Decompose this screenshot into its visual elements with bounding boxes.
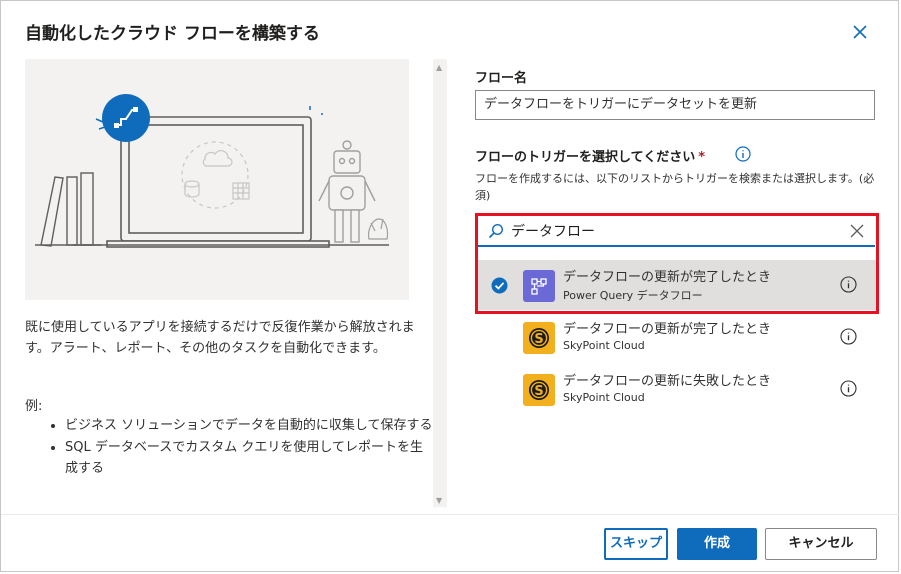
dialog-title: 自動化したクラウド フローを構築する bbox=[25, 24, 320, 44]
description-text: 既に使用しているアプリを接続するだけで反復作業から解放されます。アラート、レポー… bbox=[25, 320, 415, 356]
required-mark: * bbox=[698, 150, 706, 165]
cancel-button[interactable]: キャンセル bbox=[765, 528, 877, 560]
info-icon[interactable] bbox=[840, 380, 857, 397]
create-button[interactable]: 作成 bbox=[677, 528, 757, 560]
skypoint-icon: S bbox=[523, 374, 555, 406]
info-icon[interactable] bbox=[735, 146, 751, 162]
trigger-connector: SkyPoint Cloud bbox=[563, 391, 645, 404]
flow-name-label: フロー名 bbox=[475, 71, 528, 86]
hero-illustration bbox=[25, 59, 409, 300]
close-icon[interactable] bbox=[849, 21, 871, 43]
svg-text:S: S bbox=[534, 332, 543, 347]
create-flow-dialog: 自動化したクラウド フローを構築する 既に使用しているアプリを接続するだけで反復… bbox=[0, 0, 900, 572]
left-scrollbar[interactable]: ▲ ▼ bbox=[433, 59, 447, 507]
svg-text:S: S bbox=[534, 384, 543, 399]
example-item: ビジネス ソリューションでデータを自動的に収集して保存する bbox=[65, 415, 435, 436]
trigger-option[interactable]: S データフローの更新が完了したとき SkyPoint Cloud bbox=[478, 312, 876, 362]
trigger-name: データフローの更新が完了したとき bbox=[563, 322, 772, 337]
laptop-robot-illustration bbox=[35, 94, 389, 248]
flow-name-input[interactable]: データフローをトリガーにデータセットを更新 bbox=[475, 90, 875, 120]
trigger-label: フローのトリガーを選択してください * bbox=[475, 146, 705, 165]
trigger-label-text: フローのトリガーを選択してください bbox=[475, 150, 696, 165]
example-list: ビジネス ソリューションでデータを自動的に収集して保存する SQL データベース… bbox=[45, 415, 435, 480]
example-item: SQL データベースでカスタム クエリを使用してレポートを生成する bbox=[65, 437, 435, 479]
scroll-up-arrow-icon[interactable]: ▲ bbox=[436, 63, 442, 72]
trigger-name: データフローの更新に失敗したとき bbox=[563, 374, 772, 389]
robot-icon bbox=[318, 140, 376, 243]
info-icon[interactable] bbox=[840, 328, 857, 345]
trigger-help-text: フローを作成するには、以下のリストからトリガーを検索または選択します。(必須) bbox=[475, 172, 875, 202]
skypoint-icon: S bbox=[523, 322, 555, 354]
scroll-down-arrow-icon[interactable]: ▼ bbox=[436, 496, 442, 505]
footer-divider bbox=[1, 514, 900, 515]
trigger-option[interactable]: S データフローの更新に失敗したとき SkyPoint Cloud bbox=[478, 364, 876, 414]
trigger-connector: SkyPoint Cloud bbox=[563, 339, 645, 352]
highlight-box bbox=[475, 213, 879, 314]
example-label: 例: bbox=[25, 399, 43, 414]
books-icon bbox=[35, 172, 101, 247]
skip-button[interactable]: スキップ bbox=[604, 528, 668, 560]
